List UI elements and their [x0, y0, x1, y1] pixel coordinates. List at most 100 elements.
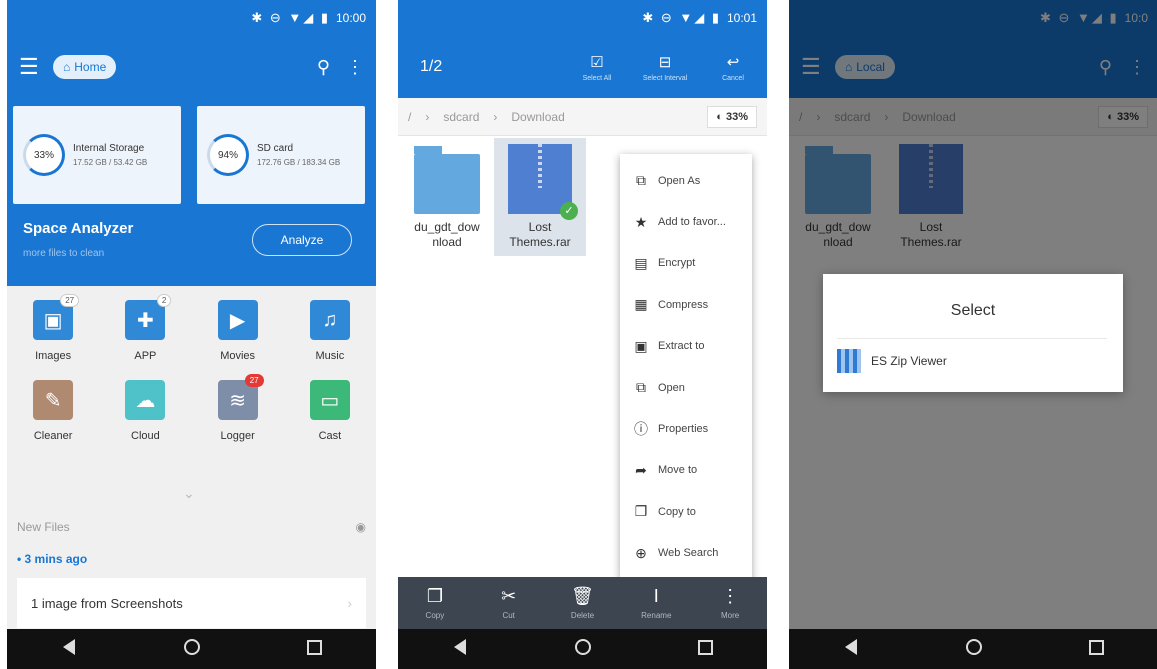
breadcrumb: / › sdcard › Download ◐ 33% — [398, 98, 767, 136]
phone-context-menu: ✱ ⊖ ▼◢ ▮ 10:01 1/2 ☑ Select All ⊟ Select In… — [398, 0, 767, 669]
menu-item-label: Encrypt — [658, 257, 696, 270]
delete-button[interactable]: 🗑 Delete — [552, 586, 612, 620]
zip-viewer-icon — [837, 349, 861, 373]
back-icon[interactable] — [430, 638, 490, 660]
recents-icon[interactable] — [1067, 639, 1127, 660]
file-item-zip[interactable]: ✓ Lost Themes.rar — [495, 144, 585, 250]
sd-card-storage-card[interactable]: 94% SD card 172.76 GB / 183.34 GB — [197, 106, 365, 204]
delete-icon: 🗑 — [571, 586, 594, 606]
action-label: Delete — [570, 611, 595, 620]
category-label: Images — [35, 350, 72, 362]
menu-item-encrypt[interactable]: ▤ Encrypt — [620, 243, 752, 284]
cancel-button[interactable]: ↩ Cancel — [699, 53, 767, 82]
home-icon: ⌂ — [63, 60, 71, 74]
breadcrumb-root[interactable]: / — [408, 110, 411, 124]
menu-item-web-search[interactable]: ⊕ Web Search — [620, 533, 752, 574]
action-label: Cut — [502, 611, 515, 620]
new-file-card-label: 1 image from Screenshots — [31, 595, 183, 611]
category-music[interactable]: ♫ Music — [284, 300, 376, 362]
rename-button[interactable]: I Rename — [626, 586, 686, 620]
internal-storage-card[interactable]: 33% Internal Storage 17.52 GB / 53.42 GB — [13, 106, 181, 204]
storage-size: 172.76 GB / 183.34 GB — [257, 158, 341, 167]
app-bar: ☰ ⌂ Home ⚲ ⋮ — [7, 36, 376, 98]
back-icon[interactable] — [39, 638, 99, 660]
copy-icon: ❐ — [426, 586, 443, 606]
home-breadcrumb[interactable]: ⌂ Home — [53, 55, 117, 79]
analyze-button[interactable]: Analyze — [252, 224, 352, 256]
category-movies[interactable]: ▶ Movies — [192, 300, 284, 362]
option-label: ES Zip Viewer — [871, 354, 947, 368]
eye-icon[interactable]: ◉ — [356, 520, 366, 534]
storage-hero: 33% Internal Storage 17.52 GB / 53.42 GB… — [7, 98, 376, 286]
status-bar: ✱ ⊖ ▼◢ ▮ 10:00 — [7, 0, 376, 36]
cut-button[interactable]: ✂ Cut — [479, 586, 539, 620]
storage-percent-badge[interactable]: ◐ 33% — [707, 105, 757, 128]
recents-icon[interactable] — [285, 639, 345, 660]
chevron-down-icon[interactable]: ⌄ — [183, 485, 195, 502]
phone-select-dialog: ✱ ⊖ ▼◢ ▮ 10:0 ☰ ⌂ Local ⚲ ⋮ / › sdcard ›… — [789, 0, 1157, 669]
cast-icon: ▭ — [309, 380, 350, 420]
es-zip-viewer-option[interactable]: ES Zip Viewer — [837, 338, 1107, 373]
open-as-icon: ⧉ — [636, 172, 646, 189]
category-images[interactable]: ▣ 27 Images — [7, 294, 99, 362]
storage-percent: 33% — [725, 110, 748, 123]
move-icon: ➦ — [635, 461, 647, 478]
file-name: Lost Themes.rar — [509, 220, 571, 249]
category-app[interactable]: ✚ 2 APP — [99, 294, 191, 362]
category-logger[interactable]: ≋ 27 Logger — [192, 374, 284, 442]
search-icon[interactable]: ⚲ — [317, 57, 330, 78]
home-nav-icon[interactable] — [553, 638, 613, 660]
web-search-icon: ⊕ — [635, 544, 647, 561]
category-label: Music — [315, 350, 345, 362]
category-label: Cast — [318, 430, 342, 442]
category-cast[interactable]: ▭ Cast — [284, 380, 376, 442]
cloud-icon: ☁ — [125, 380, 166, 420]
bottom-action-bar: ❐ Copy ✂ Cut 🗑 Delete I Rename ⋮ More — [398, 577, 767, 629]
category-cloud[interactable]: ☁ Cloud — [99, 380, 191, 442]
selection-bar: 1/2 ☑ Select All ⊟ Select Interval ↩ Cancel — [398, 36, 767, 98]
menu-item-label: Move to — [658, 464, 698, 477]
home-nav-icon[interactable] — [162, 638, 222, 660]
menu-item-star[interactable]: ★ Add to favor... — [620, 201, 752, 242]
select-all-button[interactable]: ☑ Select All — [563, 53, 631, 82]
status-time: 10:01 — [726, 11, 757, 25]
menu-icon[interactable]: ☰ — [19, 54, 53, 80]
select-interval-button[interactable]: ⊟ Select Interval — [631, 53, 699, 82]
music-icon: ♫ — [309, 300, 350, 340]
action-label: More — [720, 611, 740, 620]
file-item-folder[interactable]: du_gdt_download — [402, 144, 492, 250]
home-nav-icon[interactable] — [944, 638, 1004, 660]
breadcrumb-download[interactable]: Download — [511, 110, 564, 124]
menu-item-info[interactable]: ⓘ Properties — [620, 408, 752, 449]
more-button[interactable]: ⋮ More — [700, 586, 760, 620]
menu-item-compress[interactable]: ▦ Compress — [620, 284, 752, 325]
dialog-title: Select — [950, 302, 996, 319]
count-badge: 27 — [244, 374, 264, 387]
logger-icon: ≋ 27 — [217, 374, 264, 420]
menu-item-extract[interactable]: ▣ Extract to — [620, 326, 752, 367]
menu-item-copy-to[interactable]: ❐ Copy to — [620, 491, 752, 532]
recents-icon[interactable] — [676, 639, 736, 660]
status-bar: ✱ ⊖ ▼◢ ▮ 10:01 — [398, 0, 767, 36]
back-icon[interactable] — [821, 638, 881, 660]
rename-icon: I — [653, 586, 659, 606]
copy-button[interactable]: ❐ Copy — [405, 586, 465, 620]
menu-item-label: Extract to — [658, 340, 705, 353]
internal-storage-ring: 33% — [23, 134, 65, 176]
select-interval-icon: ⊟ — [658, 53, 672, 71]
status-icons: ✱ ⊖ ▼◢ ▮ — [251, 10, 330, 25]
menu-item-move[interactable]: ➦ Move to — [620, 450, 752, 491]
menu-item-open[interactable]: ⧉ Open — [620, 367, 752, 408]
new-files-time: • 3 mins ago — [17, 552, 88, 566]
overflow-menu-icon[interactable]: ⋮ — [346, 57, 364, 78]
category-cleaner[interactable]: ✎ Cleaner — [7, 380, 99, 442]
menu-item-label: Web Search — [658, 547, 719, 560]
breadcrumb-sdcard[interactable]: sdcard — [443, 110, 479, 124]
selection-count: 1/2 — [420, 58, 443, 75]
menu-item-label: Copy to — [658, 505, 696, 518]
status-time: 10:00 — [335, 11, 366, 25]
system-nav-bar — [789, 629, 1157, 669]
play-icon: ▶ — [217, 300, 258, 340]
menu-item-open-as[interactable]: ⧉ Open As — [620, 160, 752, 201]
new-file-card[interactable]: 1 image from Screenshots › — [17, 578, 366, 628]
